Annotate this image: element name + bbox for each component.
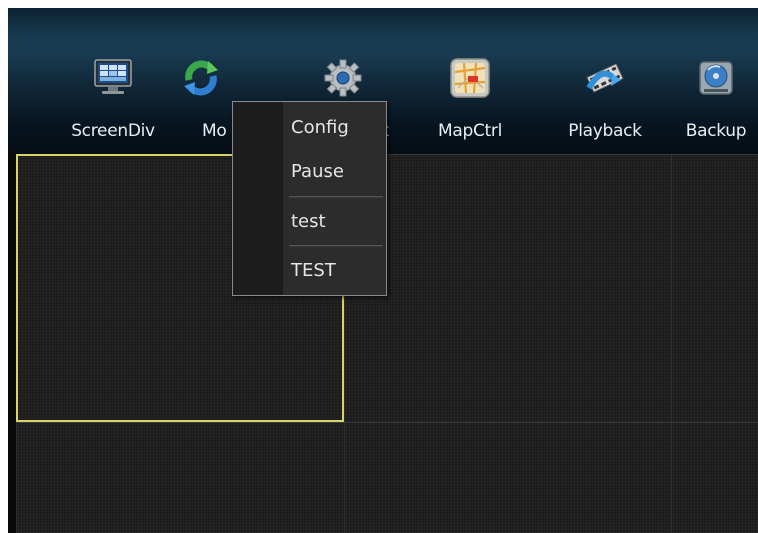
video-cell-3[interactable]	[671, 154, 758, 422]
mapctrl-button[interactable]: MapCtrl	[425, 58, 515, 150]
video-cell-5[interactable]	[344, 422, 671, 533]
map-icon	[450, 58, 490, 98]
mapctrl-label: MapCtrl	[437, 121, 503, 141]
video-cell-4[interactable]	[16, 422, 344, 533]
menu-item-config[interactable]: Config	[283, 108, 386, 148]
disk-backup-icon	[699, 61, 733, 95]
film-playback-icon	[586, 63, 624, 93]
screendiv-label: ScreenDiv	[71, 121, 155, 141]
context-menu: Config Pause test TEST	[232, 101, 387, 296]
menu-item-test[interactable]: test	[283, 202, 386, 242]
playback-label: Playback	[568, 121, 642, 141]
menu-separator	[289, 245, 383, 247]
video-cell-6[interactable]	[671, 422, 758, 533]
refresh-arrows-icon	[184, 60, 218, 96]
menu-separator	[289, 196, 383, 198]
context-menu-icon-gutter	[233, 102, 283, 295]
playback-button[interactable]: Playback	[560, 58, 650, 150]
backup-button[interactable]: Backup	[671, 58, 758, 150]
video-cell-2[interactable]	[344, 154, 671, 422]
gear-icon	[324, 59, 362, 97]
screen-divide-icon	[94, 59, 132, 94]
menu-item-pause[interactable]: Pause	[283, 152, 386, 192]
screendiv-button[interactable]: ScreenDiv	[68, 58, 158, 150]
backup-label: Backup	[685, 121, 747, 141]
menu-item-test-upper[interactable]: TEST	[283, 251, 386, 291]
app-window: ScreenDiv Mo MapCtrl Playback Backup Con…	[8, 8, 758, 533]
